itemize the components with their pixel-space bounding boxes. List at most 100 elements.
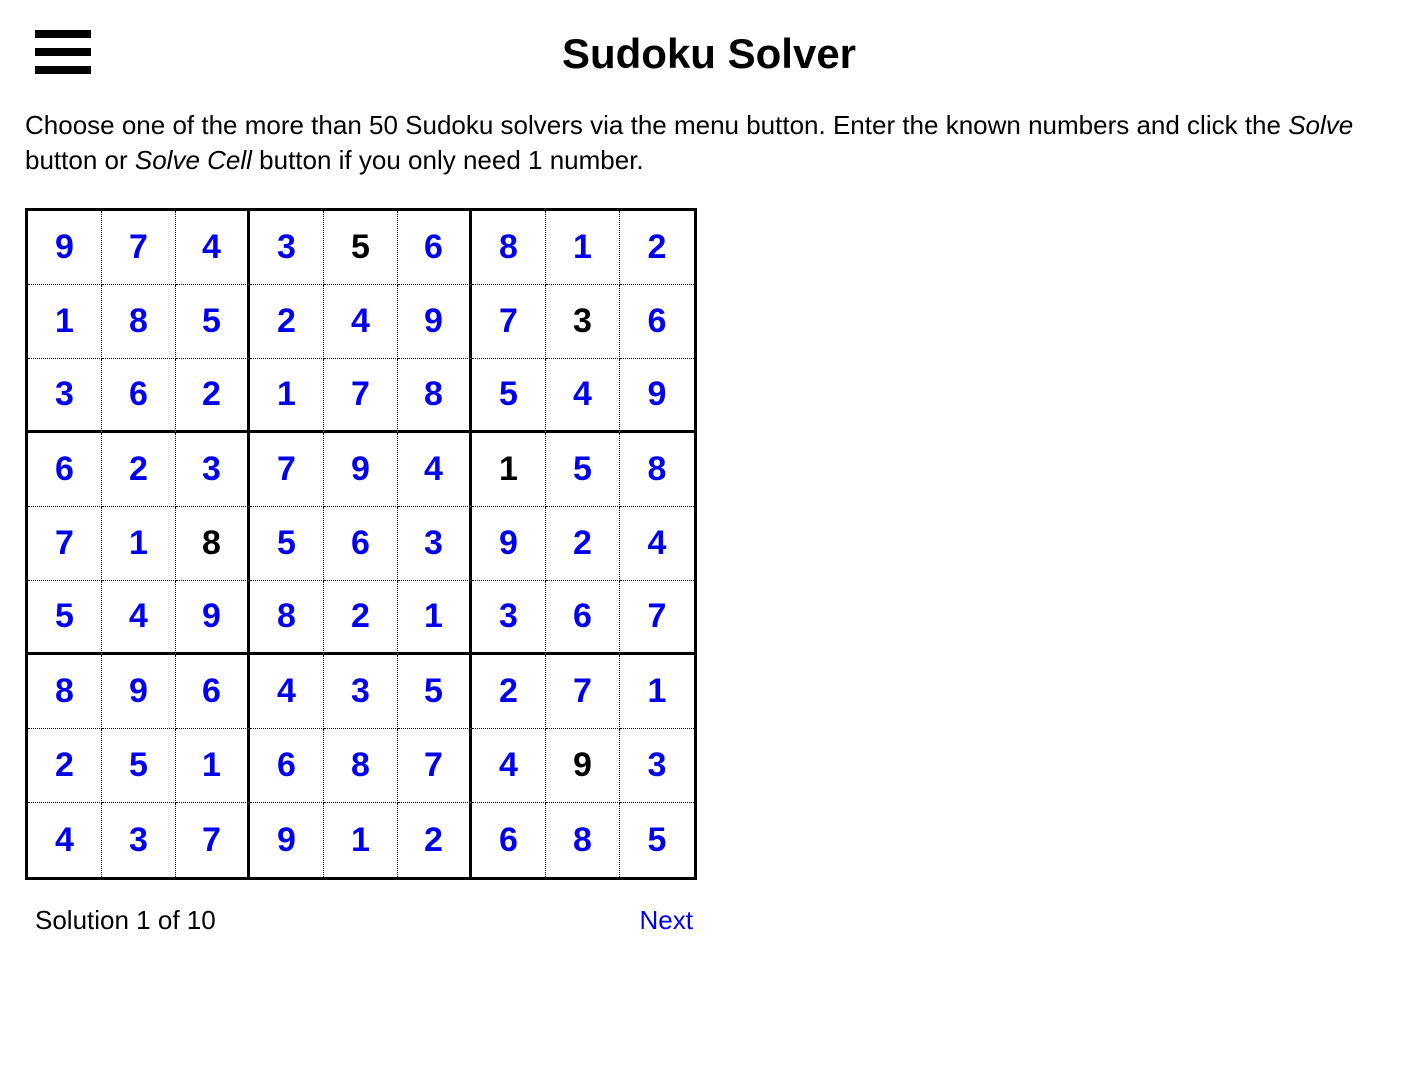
sudoku-cell[interactable]: 3 xyxy=(324,655,398,729)
sudoku-grid: 9743568121852497363621785496237941587185… xyxy=(25,208,697,880)
sudoku-cell[interactable]: 8 xyxy=(620,433,694,507)
sudoku-cell[interactable]: 8 xyxy=(102,285,176,359)
sudoku-cell[interactable]: 8 xyxy=(546,803,620,877)
sudoku-cell[interactable]: 5 xyxy=(250,507,324,581)
sudoku-row: 718563924 xyxy=(28,507,694,581)
sudoku-cell[interactable]: 2 xyxy=(472,655,546,729)
sudoku-cell[interactable]: 5 xyxy=(102,729,176,803)
sudoku-row: 362178549 xyxy=(28,359,694,433)
sudoku-cell[interactable]: 8 xyxy=(398,359,472,433)
instructions-solve-cell: Solve Cell xyxy=(135,145,252,175)
sudoku-cell[interactable]: 3 xyxy=(472,581,546,655)
sudoku-cell[interactable]: 5 xyxy=(398,655,472,729)
sudoku-cell[interactable]: 4 xyxy=(324,285,398,359)
instructions-part1: Choose one of the more than 50 Sudoku so… xyxy=(25,110,1288,140)
sudoku-cell[interactable]: 9 xyxy=(620,359,694,433)
sudoku-cell[interactable]: 1 xyxy=(472,433,546,507)
sudoku-cell[interactable]: 7 xyxy=(102,211,176,285)
sudoku-cell[interactable]: 8 xyxy=(324,729,398,803)
sudoku-cell[interactable]: 6 xyxy=(250,729,324,803)
sudoku-cell[interactable]: 3 xyxy=(546,285,620,359)
sudoku-cell[interactable]: 7 xyxy=(176,803,250,877)
sudoku-cell[interactable]: 5 xyxy=(28,581,102,655)
sudoku-cell[interactable]: 6 xyxy=(546,581,620,655)
sudoku-row: 185249736 xyxy=(28,285,694,359)
sudoku-cell[interactable]: 2 xyxy=(176,359,250,433)
sudoku-cell[interactable]: 5 xyxy=(176,285,250,359)
sudoku-cell[interactable]: 8 xyxy=(28,655,102,729)
sudoku-row: 437912685 xyxy=(28,803,694,877)
sudoku-cell[interactable]: 8 xyxy=(250,581,324,655)
sudoku-container: 9743568121852497363621785496237941587185… xyxy=(20,208,1398,936)
sudoku-cell[interactable]: 7 xyxy=(620,581,694,655)
sudoku-cell[interactable]: 9 xyxy=(546,729,620,803)
sudoku-cell[interactable]: 1 xyxy=(546,211,620,285)
sudoku-row: 896435271 xyxy=(28,655,694,729)
sudoku-cell[interactable]: 3 xyxy=(176,433,250,507)
sudoku-cell[interactable]: 1 xyxy=(250,359,324,433)
sudoku-cell[interactable]: 1 xyxy=(102,507,176,581)
instructions-part3: button if you only need 1 number. xyxy=(252,145,644,175)
sudoku-cell[interactable]: 9 xyxy=(28,211,102,285)
sudoku-cell[interactable]: 9 xyxy=(176,581,250,655)
sudoku-cell[interactable]: 2 xyxy=(324,581,398,655)
hamburger-menu-icon[interactable] xyxy=(35,30,91,74)
sudoku-row: 549821367 xyxy=(28,581,694,655)
sudoku-cell[interactable]: 8 xyxy=(176,507,250,581)
sudoku-cell[interactable]: 6 xyxy=(176,655,250,729)
sudoku-cell[interactable]: 8 xyxy=(472,211,546,285)
sudoku-cell[interactable]: 4 xyxy=(28,803,102,877)
sudoku-cell[interactable]: 7 xyxy=(398,729,472,803)
sudoku-cell[interactable]: 5 xyxy=(472,359,546,433)
sudoku-cell[interactable]: 9 xyxy=(324,433,398,507)
sudoku-cell[interactable]: 3 xyxy=(28,359,102,433)
sudoku-cell[interactable]: 1 xyxy=(324,803,398,877)
page-title: Sudoku Solver xyxy=(20,20,1398,78)
instructions-text: Choose one of the more than 50 Sudoku so… xyxy=(20,108,1398,178)
sudoku-cell[interactable]: 9 xyxy=(472,507,546,581)
sudoku-cell[interactable]: 7 xyxy=(250,433,324,507)
sudoku-cell[interactable]: 7 xyxy=(546,655,620,729)
sudoku-cell[interactable]: 4 xyxy=(472,729,546,803)
sudoku-cell[interactable]: 1 xyxy=(398,581,472,655)
sudoku-cell[interactable]: 4 xyxy=(398,433,472,507)
sudoku-cell[interactable]: 9 xyxy=(398,285,472,359)
instructions-part2: button or xyxy=(25,145,135,175)
sudoku-cell[interactable]: 1 xyxy=(620,655,694,729)
next-link[interactable]: Next xyxy=(640,905,693,936)
sudoku-cell[interactable]: 4 xyxy=(176,211,250,285)
sudoku-row: 251687493 xyxy=(28,729,694,803)
sudoku-cell[interactable]: 5 xyxy=(546,433,620,507)
sudoku-cell[interactable]: 2 xyxy=(546,507,620,581)
sudoku-cell[interactable]: 6 xyxy=(324,507,398,581)
sudoku-cell[interactable]: 6 xyxy=(398,211,472,285)
sudoku-cell[interactable]: 7 xyxy=(324,359,398,433)
sudoku-cell[interactable]: 4 xyxy=(546,359,620,433)
sudoku-cell[interactable]: 2 xyxy=(620,211,694,285)
sudoku-cell[interactable]: 2 xyxy=(398,803,472,877)
sudoku-cell[interactable]: 3 xyxy=(398,507,472,581)
sudoku-cell[interactable]: 6 xyxy=(102,359,176,433)
sudoku-cell[interactable]: 4 xyxy=(620,507,694,581)
sudoku-cell[interactable]: 2 xyxy=(28,729,102,803)
sudoku-cell[interactable]: 5 xyxy=(324,211,398,285)
sudoku-cell[interactable]: 3 xyxy=(620,729,694,803)
sudoku-cell[interactable]: 6 xyxy=(620,285,694,359)
sudoku-cell[interactable]: 9 xyxy=(102,655,176,729)
sudoku-cell[interactable]: 6 xyxy=(472,803,546,877)
sudoku-cell[interactable]: 1 xyxy=(176,729,250,803)
sudoku-row: 974356812 xyxy=(28,211,694,285)
sudoku-cell[interactable]: 2 xyxy=(250,285,324,359)
sudoku-cell[interactable]: 7 xyxy=(28,507,102,581)
sudoku-cell[interactable]: 6 xyxy=(28,433,102,507)
sudoku-cell[interactable]: 7 xyxy=(472,285,546,359)
sudoku-cell[interactable]: 3 xyxy=(250,211,324,285)
sudoku-cell[interactable]: 3 xyxy=(102,803,176,877)
sudoku-cell[interactable]: 4 xyxy=(102,581,176,655)
sudoku-cell[interactable]: 2 xyxy=(102,433,176,507)
solution-counter: Solution 1 of 10 xyxy=(35,905,216,936)
sudoku-cell[interactable]: 4 xyxy=(250,655,324,729)
sudoku-cell[interactable]: 5 xyxy=(620,803,694,877)
sudoku-cell[interactable]: 1 xyxy=(28,285,102,359)
sudoku-cell[interactable]: 9 xyxy=(250,803,324,877)
